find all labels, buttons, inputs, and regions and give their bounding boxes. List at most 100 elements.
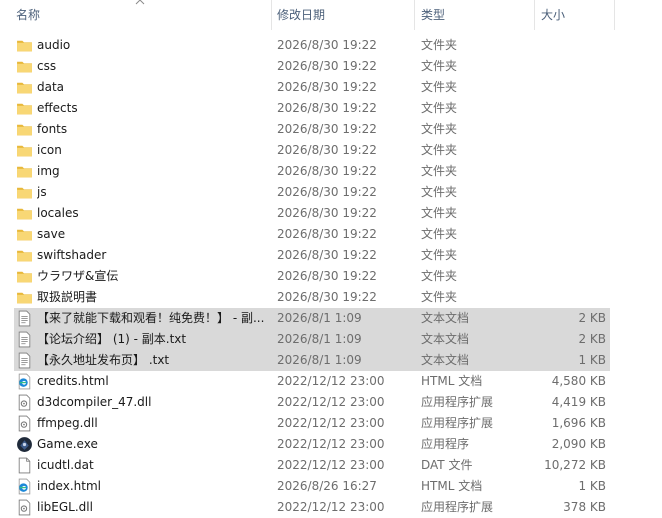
file-type: 应用程序 [421, 437, 470, 451]
file-row[interactable]: 【永久地址发布页】 .txt 2026/8/1 1:09 文本文档 1 KB [14, 350, 610, 371]
column-header-name[interactable]: 名称 [16, 0, 40, 30]
file-size: 1 KB [578, 353, 606, 367]
column-header-type[interactable]: 类型 [421, 0, 445, 30]
file-name: icudtl.dat [37, 458, 94, 472]
column-divider[interactable] [414, 0, 415, 30]
file-size: 2 KB [578, 311, 606, 325]
file-row[interactable]: js 2026/8/30 19:22 文件夹 [14, 182, 610, 203]
file-name: index.html [37, 479, 101, 493]
file-modified-date: 2022/12/12 23:00 [277, 416, 385, 430]
file-row[interactable]: index.html 2026/8/26 16:27 HTML 文档 1 KB [14, 476, 610, 497]
file-name: Game.exe [37, 437, 98, 451]
file-modified-date: 2026/8/1 1:09 [277, 311, 362, 325]
file-size [534, 266, 606, 287]
file-type: 文本文档 [421, 332, 470, 346]
file-row[interactable]: swiftshader 2026/8/30 19:22 文件夹 [14, 245, 610, 266]
column-header-size[interactable]: 大小 [541, 0, 565, 30]
file-row[interactable]: icudtl.dat 2022/12/12 23:00 DAT 文件 10,272 K… [14, 455, 610, 476]
text-file-icon [16, 310, 33, 327]
text-file-icon [16, 331, 33, 348]
file-type: 文件夹 [421, 248, 458, 262]
column-divider[interactable] [271, 0, 272, 30]
column-divider[interactable] [614, 0, 615, 30]
file-size: 4,580 KB [551, 374, 606, 388]
file-type: 文件夹 [421, 290, 458, 304]
column-header-bar: 名称 修改日期 类型 大小 [0, 0, 662, 30]
file-modified-date: 2026/8/30 19:22 [277, 290, 377, 304]
file-name: fonts [37, 122, 68, 136]
file-row[interactable]: data 2026/8/30 19:22 文件夹 [14, 77, 610, 98]
file-name: 【来了就能下载和观看！纯免费！】 - 副... [37, 311, 265, 325]
file-row[interactable]: libEGL.dll 2022/12/12 23:00 应用程序扩展 378 KB [14, 497, 610, 518]
file-type: HTML 文档 [421, 479, 483, 493]
file-type: 文件夹 [421, 269, 458, 283]
file-row[interactable]: 【论坛介绍】 (1) - 副本.txt 2026/8/1 1:09 文本文档 2 KB [14, 329, 610, 350]
sort-ascending-icon [135, 0, 145, 5]
folder-icon [16, 142, 33, 159]
text-file-icon [16, 352, 33, 369]
folder-icon [16, 58, 33, 75]
file-modified-date: 2026/8/30 19:22 [277, 227, 377, 241]
file-row[interactable]: css 2026/8/30 19:22 文件夹 [14, 56, 610, 77]
file-row[interactable]: Game.exe 2022/12/12 23:00 应用程序 2,090 KB [14, 434, 610, 455]
file-row[interactable]: credits.html 2022/12/12 23:00 HTML 文档 4,580… [14, 371, 610, 392]
blank-file-icon [16, 457, 33, 474]
file-name: swiftshader [37, 248, 107, 262]
file-size [534, 98, 606, 119]
file-size: 1 KB [578, 479, 606, 493]
column-header-date[interactable]: 修改日期 [277, 0, 325, 30]
file-name: save [37, 227, 66, 241]
file-row[interactable]: save 2026/8/30 19:22 文件夹 [14, 224, 610, 245]
file-type: 文件夹 [421, 143, 458, 157]
folder-icon [16, 205, 33, 222]
file-row[interactable]: locales 2026/8/30 19:22 文件夹 [14, 203, 610, 224]
file-modified-date: 2026/8/30 19:22 [277, 206, 377, 220]
file-name: ウラワザ&宣伝 [37, 269, 119, 283]
folder-icon [16, 121, 33, 138]
file-type: 文件夹 [421, 122, 458, 136]
file-modified-date: 2026/8/26 16:27 [277, 479, 377, 493]
file-size [534, 140, 606, 161]
dll-file-icon [16, 394, 33, 411]
file-type: 文本文档 [421, 353, 470, 367]
file-size [534, 56, 606, 77]
file-type: 文件夹 [421, 185, 458, 199]
file-row[interactable]: img 2026/8/30 19:22 文件夹 [14, 161, 610, 182]
file-row[interactable]: d3dcompiler_47.dll 2022/12/12 23:00 应用程序扩展… [14, 392, 610, 413]
file-row[interactable]: effects 2026/8/30 19:22 文件夹 [14, 98, 610, 119]
file-row[interactable]: ffmpeg.dll 2022/12/12 23:00 应用程序扩展 1,696 KB [14, 413, 610, 434]
game-exe-icon [16, 436, 33, 453]
file-name: data [37, 80, 65, 94]
file-name: locales [37, 206, 79, 220]
file-type: 文件夹 [421, 101, 458, 115]
file-name: ffmpeg.dll [37, 416, 98, 430]
file-type: DAT 文件 [421, 458, 473, 472]
file-modified-date: 2022/12/12 23:00 [277, 500, 385, 514]
file-row[interactable]: audio 2026/8/30 19:22 文件夹 [14, 35, 610, 56]
file-name: credits.html [37, 374, 109, 388]
file-row[interactable]: fonts 2026/8/30 19:22 文件夹 [14, 119, 610, 140]
file-modified-date: 2026/8/30 19:22 [277, 164, 377, 178]
file-type: 文件夹 [421, 164, 458, 178]
folder-icon [16, 289, 33, 306]
file-size [534, 77, 606, 98]
file-size: 378 KB [563, 500, 606, 514]
column-divider[interactable] [534, 0, 535, 30]
file-row[interactable]: 【来了就能下载和观看！纯免费！】 - 副... 2026/8/1 1:09 文本文档… [14, 308, 610, 329]
folder-icon [16, 184, 33, 201]
file-name: d3dcompiler_47.dll [37, 395, 152, 409]
file-row[interactable]: icon 2026/8/30 19:22 文件夹 [14, 140, 610, 161]
file-modified-date: 2026/8/30 19:22 [277, 122, 377, 136]
file-row[interactable]: 取扱説明書 2026/8/30 19:22 文件夹 [14, 287, 610, 308]
file-name: 【论坛介绍】 (1) - 副本.txt [37, 332, 187, 346]
file-name: 【永久地址发布页】 .txt [37, 353, 170, 367]
file-modified-date: 2026/8/30 19:22 [277, 101, 377, 115]
file-modified-date: 2026/8/30 19:22 [277, 185, 377, 199]
file-row[interactable]: ウラワザ&宣伝 2026/8/30 19:22 文件夹 [14, 266, 610, 287]
file-size [534, 161, 606, 182]
folder-icon [16, 163, 33, 180]
file-modified-date: 2026/8/30 19:22 [277, 80, 377, 94]
file-size [534, 224, 606, 245]
file-name: icon [37, 143, 62, 157]
folder-icon [16, 268, 33, 285]
